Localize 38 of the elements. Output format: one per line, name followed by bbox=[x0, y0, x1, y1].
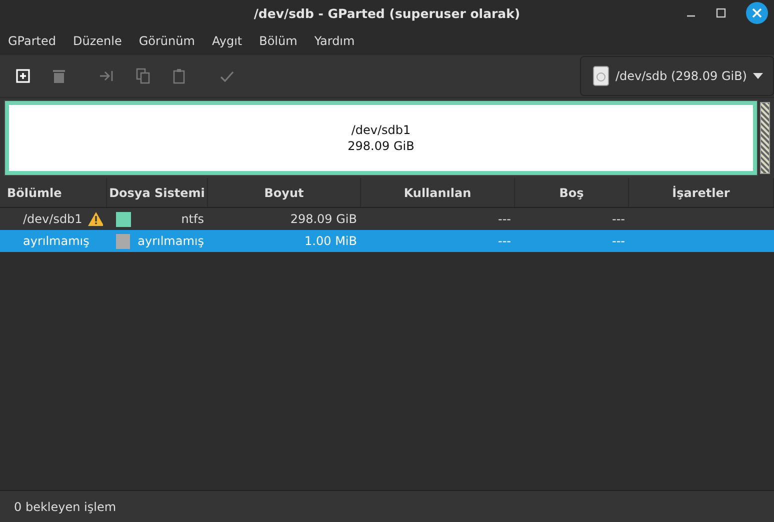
filesystem-text: ayrılmamış bbox=[138, 234, 204, 248]
size-text: 1.00 MiB bbox=[304, 234, 357, 248]
menu-item[interactable]: Aygıt bbox=[212, 34, 242, 48]
close-icon[interactable] bbox=[746, 2, 768, 24]
menu-item[interactable]: Görünüm bbox=[138, 34, 195, 48]
partition-row[interactable]: /dev/sdb1 ntfs 298.09 GiB --- --- bbox=[0, 208, 774, 230]
used-text: --- bbox=[498, 234, 511, 248]
menu-item[interactable]: Bölüm bbox=[259, 34, 298, 48]
trash-icon bbox=[51, 68, 67, 84]
maximize-icon[interactable] bbox=[716, 8, 726, 18]
caret-icon bbox=[753, 73, 763, 79]
column-header[interactable]: Boyut bbox=[208, 178, 361, 207]
arrow-to-line-icon bbox=[99, 68, 115, 84]
size-text: 298.09 GiB bbox=[290, 212, 357, 226]
unallocated-block[interactable] bbox=[760, 102, 770, 174]
column-header[interactable]: Bölümle bbox=[0, 178, 107, 207]
window-title: /dev/sdb - GParted (superuser olarak) bbox=[254, 6, 520, 21]
device-selector[interactable]: /dev/sdb (298.09 GiB) bbox=[580, 56, 774, 96]
partition-name: /dev/sdb1 bbox=[351, 122, 411, 138]
column-header[interactable]: Boş bbox=[515, 178, 629, 207]
filesystem-text: ntfs bbox=[181, 212, 204, 226]
plus-box-icon bbox=[15, 68, 31, 84]
menu-item[interactable]: Düzenle bbox=[73, 34, 122, 48]
partition-name: /dev/sdb1 bbox=[23, 212, 82, 226]
partition-block[interactable]: /dev/sdb1 298.09 GiB bbox=[5, 101, 757, 175]
free-text: --- bbox=[612, 212, 625, 226]
menu-item[interactable]: Yardım bbox=[314, 34, 355, 48]
used-text: --- bbox=[498, 212, 511, 226]
menu-item[interactable]: GParted bbox=[8, 34, 56, 48]
column-header[interactable]: Kullanılan bbox=[361, 178, 515, 207]
status-text: 0 bekleyen işlem bbox=[14, 500, 116, 514]
clipboard-icon bbox=[171, 68, 187, 84]
column-header[interactable]: Dosya Sistemi bbox=[107, 178, 208, 207]
partition-size: 298.09 GiB bbox=[348, 138, 414, 154]
free-text: --- bbox=[612, 234, 625, 248]
column-header[interactable]: İşaretler bbox=[629, 178, 774, 207]
copy-icon bbox=[135, 68, 151, 84]
partition-name: ayrılmamış bbox=[23, 234, 90, 248]
